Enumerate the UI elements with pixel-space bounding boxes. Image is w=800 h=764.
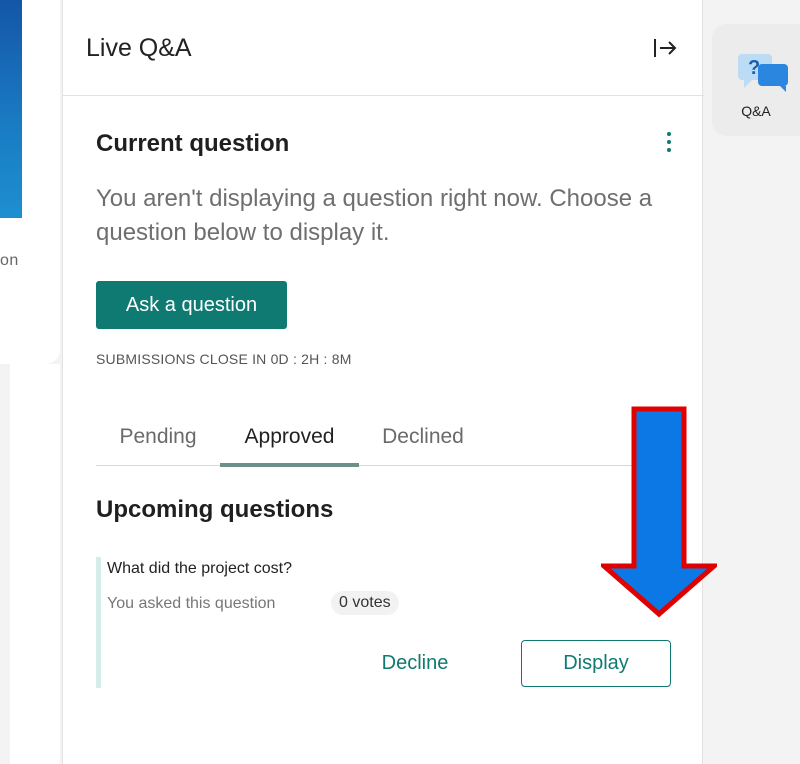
tab-pending[interactable]: Pending — [96, 408, 220, 466]
more-vertical-icon — [667, 132, 671, 136]
panel-title: Live Q&A — [86, 34, 192, 62]
screen: on Live Q&A Current question You aren't … — [0, 0, 800, 764]
question-asker: You asked this question — [107, 595, 276, 612]
collapse-panel-icon — [654, 39, 677, 57]
left-card-accent — [0, 0, 22, 218]
tab-approved[interactable]: Approved — [220, 408, 359, 467]
more-vertical-icon-dot — [667, 148, 671, 152]
left-partial-card: on — [0, 0, 60, 364]
tab-declined[interactable]: Declined — [359, 408, 487, 466]
current-question-title: Current question — [96, 130, 290, 157]
left-card-text: on — [0, 252, 19, 269]
left-partial-strip — [10, 364, 60, 764]
ask-question-button[interactable]: Ask a question — [96, 281, 287, 329]
decline-button[interactable]: Decline — [367, 640, 463, 686]
more-options-button[interactable] — [659, 126, 679, 158]
live-qa-panel: Live Q&A Current question You aren't dis… — [62, 0, 717, 764]
upcoming-questions-title: Upcoming questions — [96, 496, 334, 523]
qa-rail-label: Q&A — [741, 103, 771, 119]
qa-chat-icon: ? — [738, 54, 788, 92]
vote-count-badge: 0 votes — [331, 591, 399, 615]
display-button[interactable]: Display — [521, 640, 671, 687]
down-arrow-annotation — [601, 406, 717, 618]
question-tabs: Pending Approved Declined — [96, 408, 672, 467]
question-item-bar — [96, 557, 101, 688]
question-text: What did the project cost? — [107, 560, 292, 577]
qa-rail-button[interactable]: ? Q&A — [712, 24, 800, 136]
panel-header: Live Q&A — [63, 0, 704, 96]
no-question-message: You aren't displaying a question right n… — [96, 185, 653, 246]
svg-text:?: ? — [748, 57, 760, 79]
more-vertical-icon-dot — [667, 140, 671, 144]
collapse-panel-button[interactable] — [645, 30, 685, 66]
submissions-countdown: SUBMISSIONS CLOSE IN 0D : 2H : 8M — [96, 351, 352, 367]
